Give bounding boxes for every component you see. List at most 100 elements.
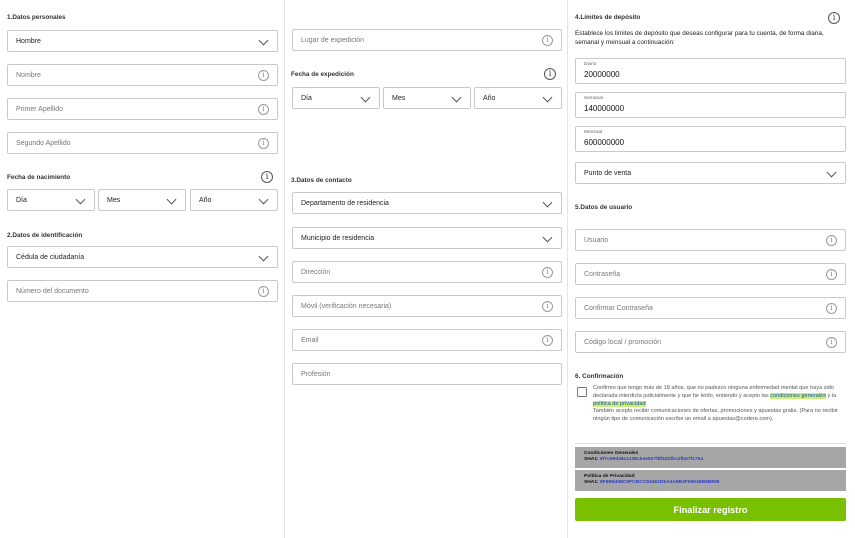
document-number-placeholder: Número del documento [16,287,89,295]
place-of-issue-input[interactable]: Lugar de expedición i [292,29,562,51]
department-value: Departamento de residencia [301,199,389,207]
birth-day-select[interactable]: Día [7,189,95,211]
place-of-issue-placeholder: Lugar de expedición [301,36,365,44]
daily-limit-input[interactable]: Diario 20000000 [575,58,846,84]
info-icon[interactable]: i [542,335,553,346]
limits-section-title: 4.Límites de depósito [575,14,641,21]
privacy-hash-box: Política de Privacidad SHA1: 8F8B6408C9F… [575,470,846,491]
weekly-limit-label: Semanal [584,96,603,101]
birth-year-select[interactable]: Año [190,189,278,211]
identification-section-title: 2.Datos de identificación [7,232,83,239]
weekly-limit-input[interactable]: Semanal 140000000 [575,92,846,118]
confirmation-text: Confirmo que tengo más de 18 años, que n… [593,385,845,424]
monthly-limit-input[interactable]: Mensual 600000000 [575,126,846,152]
issue-month-value: Mes [392,94,406,102]
info-icon[interactable]: i [826,235,837,246]
promo-code-input[interactable]: Código local / promoción i [575,331,846,353]
issue-year-select[interactable]: Año [474,87,562,109]
limits-info-icon[interactable]: i [828,12,840,24]
municipality-select[interactable]: Municipio de residencia [292,227,562,249]
gender-value: Hombre [16,37,41,45]
info-icon[interactable]: i [542,301,553,312]
document-number-input[interactable]: Número del documento i [7,280,278,302]
chevron-down-icon [75,194,86,205]
gender-select[interactable]: Hombre [7,30,278,52]
birth-year-value: Año [199,196,212,204]
info-icon[interactable]: i [258,286,269,297]
second-surname-placeholder: Segundo Apellido [16,139,71,147]
daily-limit-value: 20000000 [584,70,620,79]
document-type-select[interactable]: Cédula de ciudadanía [7,246,278,268]
submit-registration-button[interactable]: Finalizar registro [575,498,846,521]
info-icon[interactable]: i [542,35,553,46]
terms-hash-line: SHA1: 9f7c99d46c1138c54e927f9f3d2fbc2fb6… [584,457,837,463]
chevron-down-icon [542,232,553,243]
promo-code-placeholder: Código local / promoción [584,338,662,346]
password-input[interactable]: Contraseña i [575,263,846,285]
limits-user-column: 4.Límites de depósito i Establece los lí… [568,0,855,538]
info-icon[interactable]: i [826,337,837,348]
department-select[interactable]: Departamento de residencia [292,192,562,214]
point-of-sale-select[interactable]: Punto de venta [575,162,846,184]
chevron-down-icon [542,92,553,103]
issue-date-info-icon[interactable]: i [544,68,556,80]
chevron-down-icon [826,167,837,178]
profession-input[interactable]: Profesión [292,363,562,385]
second-surname-input[interactable]: Segundo Apellido i [7,132,278,154]
chevron-down-icon [258,251,269,262]
name-input[interactable]: Nombre i [7,64,278,86]
username-input[interactable]: Usuario i [575,229,846,251]
terms-hash-prefix: SHA1: [584,457,601,463]
privacy-link[interactable]: política de privacidad [593,400,646,407]
chevron-down-icon [542,197,553,208]
personal-column: 1.Datos personales Hombre Nombre i Prime… [0,0,285,538]
chevron-down-icon [451,92,462,103]
mobile-input[interactable]: Móvil (verificación necesaria) i [292,295,562,317]
info-icon[interactable]: i [258,70,269,81]
mobile-placeholder: Móvil (verificación necesaria) [301,302,392,310]
municipality-value: Municipio de residencia [301,234,375,242]
document-type-value: Cédula de ciudadanía [16,253,85,261]
birth-month-select[interactable]: Mes [98,189,186,211]
issue-day-value: Día [301,94,312,102]
divider [575,443,846,444]
info-icon[interactable]: i [826,269,837,280]
info-icon[interactable]: i [258,138,269,149]
birth-date-title: Fecha de nacimiento [7,174,71,181]
monthly-limit-value: 600000000 [584,138,625,147]
email-placeholder: Email [301,336,319,344]
first-surname-placeholder: Primer Apellido [16,105,64,113]
confirmation-text-part: También acepto recibir comunicaciones de… [593,408,838,423]
first-surname-input[interactable]: Primer Apellido i [7,98,278,120]
confirmation-text-part: y la [825,392,837,399]
personal-section-title: 1.Datos personales [7,14,66,21]
name-placeholder: Nombre [16,71,41,79]
terms-hash-value: 9f7c99d46c1138c54e927f9f3d2fbc2fb67fc754 [600,457,704,463]
confirm-password-placeholder: Confirmar Contraseña [584,304,653,312]
address-input[interactable]: Dirección i [292,261,562,283]
info-icon[interactable]: i [542,267,553,278]
privacy-hash-line: SHA1: 8F8B6408C9FCBCC84462D5A4A8B3F65536… [584,480,837,486]
terms-checkbox[interactable] [577,387,587,397]
privacy-hash-prefix: SHA1: [584,480,601,486]
contact-section-title: 3.Datos de contacto [291,177,352,184]
issue-day-select[interactable]: Día [292,87,380,109]
identification-contact-column: Lugar de expedición i Fecha de expedició… [285,0,568,538]
monthly-limit-label: Mensual [584,130,603,135]
terms-link[interactable]: condiciones generales [770,392,826,399]
info-icon[interactable]: i [258,104,269,115]
weekly-limit-value: 140000000 [584,104,625,113]
confirmation-section-title: 6. Confirmación [575,373,624,380]
info-icon[interactable]: i [826,303,837,314]
confirm-password-input[interactable]: Confirmar Contraseña i [575,297,846,319]
birth-month-value: Mes [107,196,121,204]
email-input[interactable]: Email i [292,329,562,351]
address-placeholder: Dirección [301,268,331,276]
issue-year-value: Año [483,94,496,102]
profession-placeholder: Profesión [301,370,331,378]
issue-month-select[interactable]: Mes [383,87,471,109]
issue-date-title: Fecha de expedición [291,71,354,78]
privacy-hash-value: 8F8B6408C9FCBCC84462D5A4A8B3F65536B5B808 [600,480,720,486]
chevron-down-icon [258,35,269,46]
birth-date-info-icon[interactable]: i [261,171,273,183]
